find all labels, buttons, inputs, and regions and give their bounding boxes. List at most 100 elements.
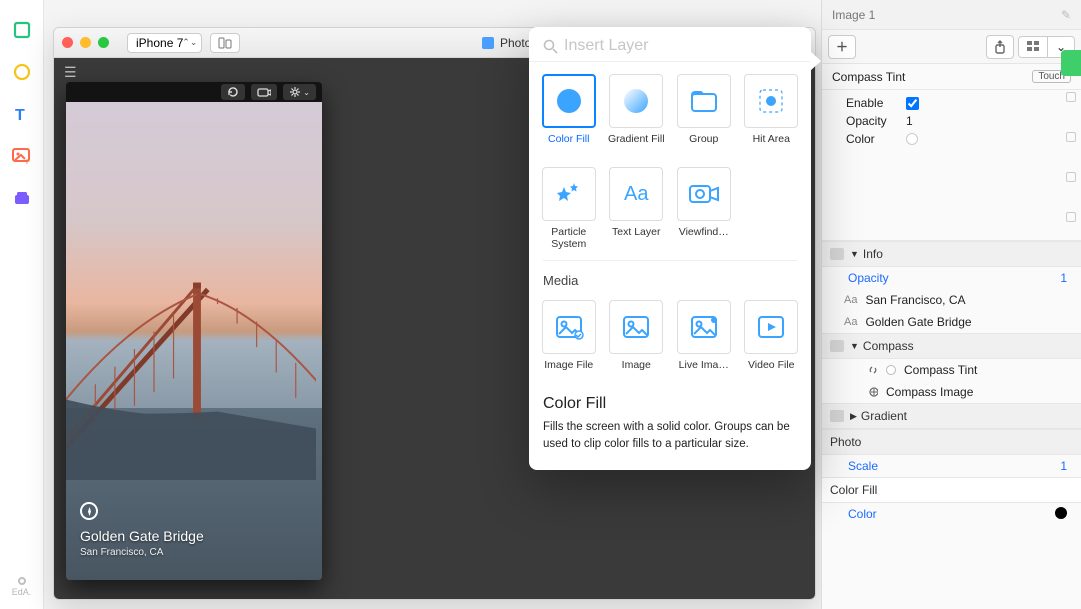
- tile-text-layer[interactable]: AaText Layer: [607, 167, 667, 250]
- tree-gradient-header[interactable]: ▶Gradient: [822, 403, 1081, 429]
- popover-row-1: Color Fill Gradient Fill Group Hit Area: [529, 62, 811, 155]
- rotate-icon[interactable]: [221, 84, 245, 100]
- record-icon[interactable]: [18, 577, 26, 585]
- popover-media-heading: Media: [529, 273, 811, 288]
- circle-tool-icon[interactable]: [10, 60, 34, 84]
- tree-colorfill-label: Color Fill: [830, 483, 877, 497]
- text-layer-icon: Aa: [844, 294, 857, 306]
- device-selector[interactable]: iPhone 7⌃⌄: [127, 33, 202, 53]
- tile-label: Particle System: [539, 226, 599, 250]
- tile-hit-area[interactable]: Hit Area: [742, 74, 802, 155]
- tree-info-label: Info: [863, 247, 883, 261]
- tile-label: Gradient Fill: [608, 133, 665, 155]
- left-footer-label: EdA.: [12, 587, 32, 597]
- tile-gradient-fill[interactable]: Gradient Fill: [607, 74, 667, 155]
- tree-text-title[interactable]: AaGolden Gate Bridge: [822, 311, 1081, 333]
- hamburger-icon[interactable]: ☰: [64, 64, 77, 81]
- popover-row-2: Particle System AaText Layer Viewfind…: [529, 155, 811, 250]
- gear-icon[interactable]: ⌄: [283, 84, 316, 100]
- tile-label: Image File: [544, 359, 593, 381]
- tree-compass-label: Compass: [863, 339, 914, 353]
- color-swatch-icon: [1055, 507, 1067, 522]
- tree-compass-tint[interactable]: Compass Tint: [822, 359, 1081, 381]
- prop-color-swatch[interactable]: [906, 133, 918, 145]
- minimize-icon[interactable]: [80, 37, 91, 48]
- tile-label: Text Layer: [612, 226, 660, 248]
- phone-frame: ⌄: [66, 82, 322, 580]
- tree-photo-label: Photo: [830, 435, 861, 449]
- tile-video-file[interactable]: Video File: [742, 300, 802, 381]
- tile-image[interactable]: Image: [607, 300, 667, 381]
- popover-search: [529, 27, 811, 62]
- tree-text-city[interactable]: AaSan Francisco, CA: [822, 289, 1081, 311]
- tree-compass-image[interactable]: Compass Image: [822, 381, 1081, 403]
- share-button[interactable]: [986, 35, 1014, 59]
- tile-label: Video File: [748, 359, 795, 381]
- orientation-button[interactable]: [210, 33, 240, 53]
- window-traffic-lights[interactable]: [62, 37, 109, 48]
- rect-tool-icon[interactable]: [10, 18, 34, 42]
- inspector-section-title: Compass Tint Touch: [822, 64, 1081, 90]
- tile-label: Image: [622, 359, 651, 381]
- tile-group[interactable]: Group: [674, 74, 734, 155]
- link-icon: [868, 365, 878, 375]
- accent-rail: [1061, 86, 1081, 386]
- tile-label: Hit Area: [753, 133, 790, 155]
- left-toolbar-footer: EdA.: [0, 577, 43, 597]
- library-tool-icon[interactable]: [10, 186, 34, 210]
- tile-label: Group: [689, 133, 718, 155]
- maximize-icon[interactable]: [98, 37, 109, 48]
- tile-image-file[interactable]: Image File: [539, 300, 599, 381]
- tree-photo-scale[interactable]: Scale1: [822, 455, 1081, 477]
- prop-opacity-label: Opacity: [846, 114, 906, 128]
- close-icon[interactable]: [62, 37, 73, 48]
- tile-particle-system[interactable]: Particle System: [539, 167, 599, 250]
- pencil-icon[interactable]: ✎: [1061, 8, 1071, 22]
- tree-colorfill-header[interactable]: Color Fill: [822, 477, 1081, 503]
- prop-opacity-value[interactable]: 1: [906, 114, 913, 128]
- tile-label: Color Fill: [548, 133, 589, 155]
- search-input[interactable]: [564, 37, 797, 55]
- doc-icon: [482, 37, 494, 49]
- tree-info-opacity[interactable]: Opacity1: [822, 267, 1081, 289]
- svg-text:+: +: [24, 157, 30, 165]
- inspector-properties: Enable Opacity1 Color: [822, 90, 1081, 241]
- phone-toolbar: ⌄: [66, 82, 322, 102]
- tile-color-fill[interactable]: Color Fill: [539, 74, 599, 155]
- photo-subtitle: San Francisco, CA: [80, 547, 204, 558]
- camera-icon[interactable]: [251, 84, 277, 100]
- photo-caption: Golden Gate Bridge San Francisco, CA: [80, 502, 204, 558]
- tree-colorfill-color[interactable]: Color: [822, 503, 1081, 525]
- image-tool-icon[interactable]: +: [10, 144, 34, 168]
- tree-info-header[interactable]: ▼Info: [822, 241, 1081, 267]
- color-swatch-icon: [886, 365, 896, 375]
- left-toolbar: T + EdA.: [0, 0, 44, 609]
- prop-enable-label: Enable: [846, 96, 906, 110]
- text-tool-icon[interactable]: T: [10, 102, 34, 126]
- svg-text:T: T: [15, 107, 25, 123]
- folder-icon: [830, 340, 844, 352]
- tree-gradient-label: Gradient: [861, 409, 907, 423]
- folder-icon: [830, 248, 844, 260]
- popover-detail: Color Fill Fills the screen with a solid…: [529, 381, 811, 452]
- accent-green-icon: [1061, 50, 1081, 76]
- image-layer-icon: [868, 387, 878, 397]
- tile-viewfinder[interactable]: Viewfind…: [674, 167, 734, 250]
- grid-view-icon[interactable]: [1019, 37, 1047, 57]
- popover-arrow-icon: [810, 51, 821, 71]
- insert-layer-popover: Color Fill Gradient Fill Group Hit Area …: [529, 27, 811, 470]
- prop-enable-checkbox[interactable]: [906, 97, 919, 110]
- compass-icon: [80, 502, 98, 520]
- detail-title: Color Fill: [543, 395, 797, 413]
- tree-compass-header[interactable]: ▼Compass: [822, 333, 1081, 359]
- popover-row-3: Image File Image Live Ima… Video File: [529, 288, 811, 381]
- photo-title: Golden Gate Bridge: [80, 528, 204, 544]
- device-selector-label: iPhone 7: [136, 36, 183, 50]
- inspector-panel: Image 1 ✎ ＋ ⌄ Compass Tint Touch Enable …: [821, 0, 1081, 609]
- layer-tree: ▼Info Opacity1 AaSan Francisco, CA AaGol…: [822, 241, 1081, 525]
- add-layer-button[interactable]: ＋: [828, 35, 856, 59]
- section-title-text: Compass Tint: [832, 70, 905, 84]
- prop-color-label: Color: [846, 132, 906, 146]
- tree-photo-header[interactable]: Photo: [822, 429, 1081, 455]
- tile-live-image[interactable]: Live Ima…: [674, 300, 734, 381]
